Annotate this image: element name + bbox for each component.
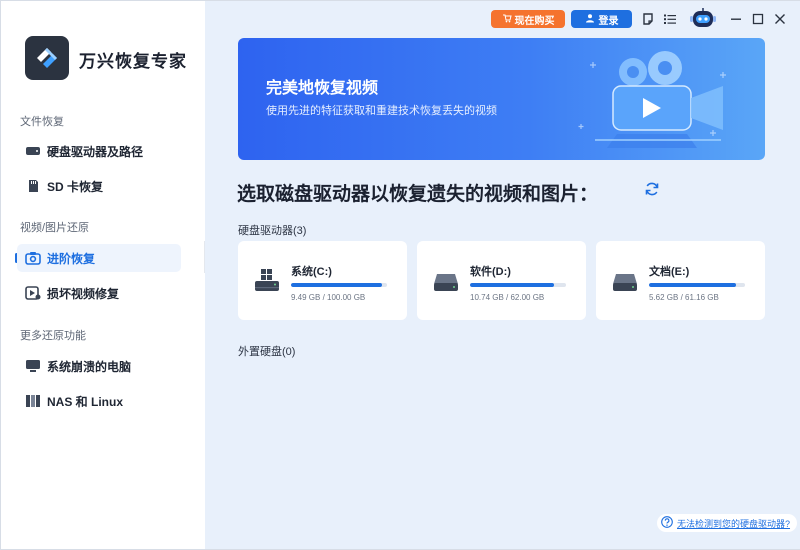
drive-name: 系统(C:): [291, 266, 332, 278]
sidebar-item-label: NAS 和 Linux: [47, 394, 124, 409]
drive-name: 文档(E:): [649, 266, 690, 278]
sidebar-item-label: 硬盘驱动器及路径: [47, 144, 144, 159]
main-panel: 现在购买 登录 完美地恢复视频 使用先进的特征获取和重建技术恢复丢失的视频 选取…: [205, 1, 800, 549]
sidebar-item-hard-disk[interactable]: 硬盘驱动器及路径: [17, 137, 181, 165]
sidebar-item-crashed-computer[interactable]: 系统崩溃的电脑: [17, 352, 181, 380]
sidebar-item-label: 进阶恢复: [47, 251, 96, 266]
app-window: 万兴恢复专家 文件恢复 硬盘驱动器及路径 SD 卡恢复 视频/图片还原 进阶恢复: [0, 0, 800, 550]
video-camera-illustration: [578, 51, 726, 148]
drive-size: 9.49 GB / 100.00 GB: [291, 293, 366, 302]
drive-usage-bar: [649, 283, 745, 287]
section-label-file-recovery: 文件恢复: [20, 116, 64, 128]
section-label-more-recovery: 更多还原功能: [20, 330, 86, 342]
drive-name: 软件(D:): [470, 266, 511, 278]
drive-usage-bar: [291, 283, 387, 287]
external-drives-label: 外置硬盘(0): [238, 346, 296, 358]
login-label: 登录: [598, 15, 619, 27]
internal-drives-label: 硬盘驱动器(3): [238, 225, 307, 237]
monitor-icon: [25, 358, 41, 374]
banner-subtitle: 使用先进的特征获取和重建技术恢复丢失的视频: [266, 105, 497, 117]
help-link-label[interactable]: 无法检测到您的硬盘驱动器?: [677, 517, 790, 530]
hard-drive-icon: [432, 266, 460, 294]
help-link[interactable]: 无法检测到您的硬盘驱动器?: [657, 514, 797, 532]
drive-card-d[interactable]: 软件(D:) 10.74 GB / 62.00 GB: [417, 241, 586, 320]
minimize-icon[interactable]: [727, 10, 745, 28]
robot-assistant-icon[interactable]: [689, 6, 717, 32]
windows-drive-icon: [253, 266, 281, 294]
nas-icon: [25, 393, 41, 409]
promo-banner: 完美地恢复视频 使用先进的特征获取和重建技术恢复丢失的视频: [238, 38, 765, 160]
sd-card-icon: [25, 178, 41, 194]
app-name: 万兴恢复专家: [79, 52, 187, 71]
hard-disk-icon: [25, 143, 41, 159]
sidebar: 万兴恢复专家 文件恢复 硬盘驱动器及路径 SD 卡恢复 视频/图片还原 进阶恢复: [1, 1, 205, 549]
sidebar-item-label: 损坏视频修复: [47, 286, 120, 301]
sidebar-item-label: SD 卡恢复: [47, 179, 104, 194]
buy-now-label: 现在购买: [514, 15, 555, 27]
app-logo: [25, 36, 69, 80]
sidebar-item-label: 系统崩溃的电脑: [47, 359, 132, 374]
sidebar-item-sd-card[interactable]: SD 卡恢复: [17, 172, 181, 200]
drive-size: 10.74 GB / 62.00 GB: [470, 293, 545, 302]
hard-drive-icon: [611, 266, 639, 294]
sidebar-item-nas-linux[interactable]: NAS 和 Linux: [17, 387, 181, 415]
drive-card-c[interactable]: 系统(C:) 9.49 GB / 100.00 GB: [238, 241, 407, 320]
help-icon: [661, 516, 673, 530]
user-icon: [585, 13, 595, 26]
drive-usage-bar: [470, 283, 566, 287]
camera-icon: [25, 250, 41, 266]
feedback-icon[interactable]: [639, 10, 657, 28]
cart-icon: [502, 13, 512, 26]
login-button[interactable]: 登录: [571, 10, 632, 28]
sidebar-item-advanced-recovery[interactable]: 进阶恢复: [17, 244, 181, 272]
sidebar-item-video-repair[interactable]: 损坏视频修复: [17, 279, 181, 307]
buy-now-button[interactable]: 现在购买: [491, 10, 565, 28]
section-label-video-photo: 视频/图片还原: [20, 222, 90, 234]
maximize-icon[interactable]: [749, 10, 767, 28]
drive-size: 5.62 GB / 61.16 GB: [649, 293, 719, 302]
menu-icon[interactable]: [661, 10, 679, 28]
close-icon[interactable]: [771, 10, 789, 28]
video-repair-icon: [25, 285, 41, 301]
title-bar: 现在购买 登录: [205, 1, 800, 37]
refresh-icon[interactable]: [644, 181, 660, 197]
banner-title: 完美地恢复视频: [266, 80, 379, 97]
page-heading: 选取磁盘驱动器以恢复遗失的视频和图片：: [237, 184, 599, 205]
drive-card-e[interactable]: 文档(E:) 5.62 GB / 61.16 GB: [596, 241, 765, 320]
